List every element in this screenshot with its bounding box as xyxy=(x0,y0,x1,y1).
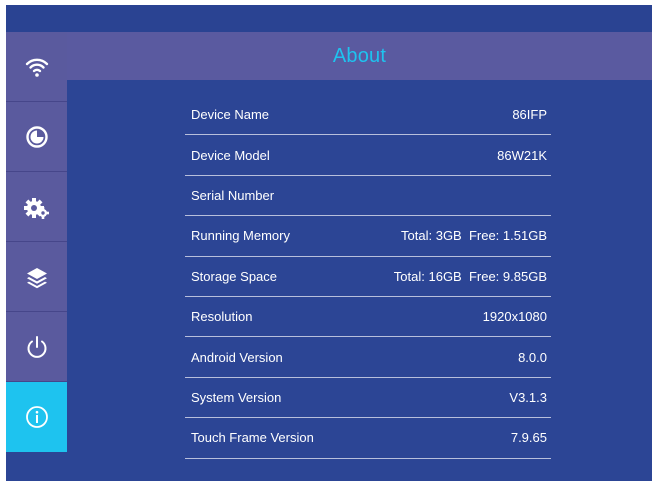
info-row-resolution: Resolution 1920x1080 xyxy=(185,297,551,338)
info-label: Resolution xyxy=(191,309,253,325)
info-icon xyxy=(25,405,49,429)
info-label: Touch Frame Version xyxy=(191,430,314,446)
info-value: Total: 3GB Free: 1.51GB xyxy=(401,228,547,244)
sidebar-item-display[interactable] xyxy=(6,102,67,172)
info-value: V3.1.3 xyxy=(509,389,547,405)
info-label: Device Model xyxy=(191,147,270,163)
info-value: 86IFP xyxy=(512,107,547,123)
info-label: System Version xyxy=(191,389,282,405)
info-value: 8.0.0 xyxy=(518,349,547,365)
info-row-touch-frame-version: Touch Frame Version 7.9.65 xyxy=(185,418,551,459)
info-label: Serial Number xyxy=(191,187,275,203)
sidebar-item-layers[interactable] xyxy=(6,242,67,312)
info-row-storage-space: Storage Space Total: 16GB Free: 9.85GB xyxy=(185,257,551,297)
settings-sidebar xyxy=(6,32,67,481)
info-label: Running Memory xyxy=(191,228,290,244)
info-label: Storage Space xyxy=(191,268,278,284)
info-value: Total: 16GB Free: 9.85GB xyxy=(393,268,547,284)
wifi-icon xyxy=(24,54,50,80)
info-value: 1920x1080 xyxy=(482,309,547,325)
page-title: About xyxy=(332,44,387,67)
settings-screen: About Device Name 86IFP Device Model 86W… xyxy=(6,5,652,481)
info-row-running-memory: Running Memory Total: 3GB Free: 1.51GB xyxy=(185,216,551,257)
sidebar-item-network[interactable] xyxy=(6,32,67,102)
info-row-system-version: System Version V3.1.3 xyxy=(185,378,551,419)
info-value: 7.9.65 xyxy=(510,430,547,446)
info-label: Android Version xyxy=(191,349,283,365)
page-header: About xyxy=(67,32,652,80)
app-frame: About Device Name 86IFP Device Model 86W… xyxy=(0,0,657,485)
sidebar-item-general-settings[interactable] xyxy=(6,172,67,242)
info-row-serial-number: Serial Number xyxy=(185,176,551,217)
info-label: Device Name xyxy=(191,107,270,123)
info-value: 86W21K xyxy=(497,147,547,163)
info-row-android-version: Android Version 8.0.0 xyxy=(185,337,551,378)
sidebar-item-about[interactable] xyxy=(6,382,67,452)
info-row-device-name: Device Name 86IFP xyxy=(185,95,551,136)
top-strip xyxy=(6,5,652,32)
info-row-device-model: Device Model 86W21K xyxy=(185,135,551,176)
layers-icon xyxy=(24,264,50,290)
device-info-list: Device Name 86IFP Device Model 86W21K Se… xyxy=(185,95,551,459)
gears-icon xyxy=(23,193,51,221)
sidebar-item-power[interactable] xyxy=(6,312,67,382)
power-icon xyxy=(24,334,50,360)
pie-chart-icon xyxy=(25,125,49,149)
